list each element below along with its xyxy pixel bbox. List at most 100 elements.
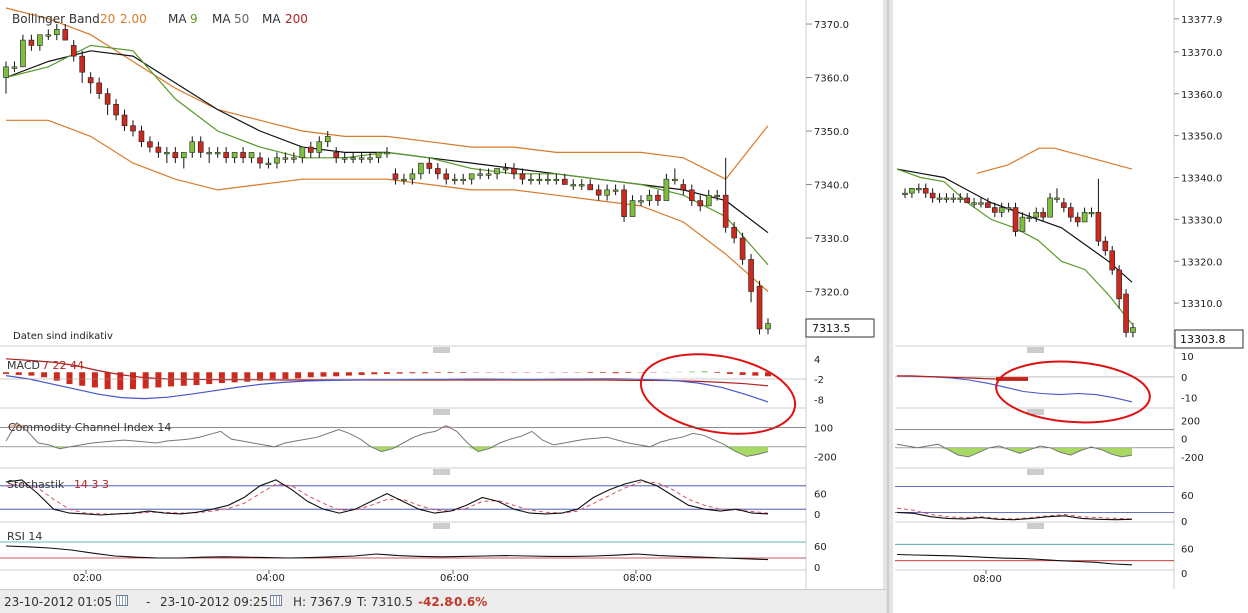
change-percent: -0.6% <box>449 595 488 609</box>
right-cci-tick-label: 200 <box>1181 417 1200 428</box>
calendar-end-icon[interactable] <box>270 595 282 606</box>
candle-body <box>96 82 102 94</box>
right-candle-body <box>1123 293 1129 333</box>
macd-histogram-bar <box>91 372 98 388</box>
right-macd-histogram-bar <box>1016 376 1018 381</box>
candle-body <box>299 146 306 159</box>
right-candle-body <box>943 197 950 200</box>
macd-histogram-bar <box>231 372 238 383</box>
left-price-tick-label: 7320.0 <box>814 288 849 299</box>
cci-tick-label: 100 <box>814 424 833 435</box>
right-candle-body <box>991 207 998 213</box>
right-candle-body <box>1081 212 1088 223</box>
candle-body <box>324 136 331 143</box>
candle-body <box>79 55 85 73</box>
calendar-start-icon[interactable] <box>116 595 128 606</box>
macd-histogram-bar <box>447 372 454 373</box>
macd-histogram-bar <box>587 372 594 373</box>
candle-body <box>248 152 255 159</box>
candle-body <box>20 39 26 68</box>
right-candle-body <box>916 188 922 191</box>
macd-label: MACD <box>7 359 40 372</box>
right-candle-body <box>964 197 970 204</box>
macd-params: 7 22 44 <box>42 359 84 372</box>
candle-body <box>164 152 170 155</box>
macd-histogram-bar <box>282 372 289 379</box>
candle-body <box>155 146 162 153</box>
candle-body <box>231 152 238 159</box>
candle-body <box>138 130 145 143</box>
candle-body <box>739 237 746 260</box>
right-macd-histogram-bar <box>1018 376 1020 381</box>
candle-body <box>672 178 678 181</box>
candle-body <box>11 66 18 69</box>
status-bar: 23-10-2012 01:05 - 23-10-2012 09:25 H: 7… <box>0 589 886 613</box>
right-candle-body <box>1061 202 1067 208</box>
candle-body <box>536 178 543 181</box>
candle-body <box>392 173 399 180</box>
candle-body <box>604 189 610 196</box>
candle-body <box>511 168 517 175</box>
range-start[interactable]: 23-10-2012 01:05 <box>4 595 112 609</box>
range-separator: - <box>146 595 151 609</box>
right-last-price-label: 13303.8 <box>1180 333 1226 346</box>
candle-body <box>316 141 323 153</box>
candle-body <box>367 157 373 160</box>
right-price-tick-label: 13340.0 <box>1181 174 1222 185</box>
macd-histogram-bar <box>155 372 162 388</box>
last-price-label: 7313.5 <box>812 322 851 335</box>
change-value: -42.8 <box>418 595 453 609</box>
candle-body <box>722 194 729 228</box>
stoch-tick-label: 0 <box>814 510 820 521</box>
right-stoch-tick-label: 60 <box>1181 491 1194 502</box>
right-candle-body <box>950 197 957 200</box>
candle-body <box>3 66 9 78</box>
macd-histogram-bar <box>739 372 746 375</box>
candle-body <box>37 34 43 46</box>
chart-canvas: 7370.0 7360.0 7350.0 7340.0 7330.0 7320.0 Boll… <box>0 0 1248 613</box>
legend-entry: MA <box>212 12 231 26</box>
cci-tick-label: -200 <box>814 452 837 463</box>
candle-body <box>502 168 509 171</box>
candle-body <box>274 157 280 164</box>
macd-histogram-bar <box>104 372 111 390</box>
right-price-tick-label: 13310.0 <box>1181 299 1222 310</box>
right-time-tick-label: 08:00 <box>973 574 1002 585</box>
stoch-params: 14 3 3 <box>74 478 109 491</box>
macd-histogram-bar <box>371 372 378 375</box>
candle-body <box>240 152 246 159</box>
candle-body <box>307 146 314 153</box>
legend-entry: 200 <box>285 12 308 26</box>
candle-body <box>646 194 653 201</box>
macd-histogram-bar <box>358 372 365 375</box>
range-end[interactable]: 23-10-2012 09:25 <box>160 595 268 609</box>
macd-histogram-bar <box>460 372 467 373</box>
right-candle-body <box>1040 212 1046 218</box>
rsi-tick-label: 60 <box>814 542 827 553</box>
right-candle-body <box>1102 240 1109 252</box>
right-price-tick-label: 13360.0 <box>1181 90 1222 101</box>
right-price-tick-label: 13350.0 <box>1181 132 1222 143</box>
macd-histogram-bar <box>345 372 352 376</box>
candle-body <box>197 141 204 153</box>
candle-body <box>434 168 441 175</box>
candle-body <box>477 173 483 176</box>
candle-body <box>426 162 433 169</box>
left-time-tick-label: 04:00 <box>256 573 285 584</box>
candle-body <box>113 103 119 116</box>
macd-histogram-bar <box>625 372 632 373</box>
right-candle-body <box>1109 250 1116 271</box>
candle-body <box>265 162 272 165</box>
legend-entry: Bollinger Band <box>12 12 100 26</box>
right-cci-tick-label: 0 <box>1181 435 1187 446</box>
legend-entry: MA <box>168 12 187 26</box>
candle-body <box>468 173 475 180</box>
candle-body <box>291 157 297 160</box>
macd-histogram-bar <box>307 372 314 378</box>
macd-histogram-bar <box>409 372 416 374</box>
background <box>0 0 1248 613</box>
right-price-tick-label: 13370.0 <box>1181 48 1222 59</box>
candle-body <box>697 200 704 207</box>
legend-entry: 2.00 <box>120 12 147 26</box>
left-price-tick-label: 7350.0 <box>814 127 849 138</box>
